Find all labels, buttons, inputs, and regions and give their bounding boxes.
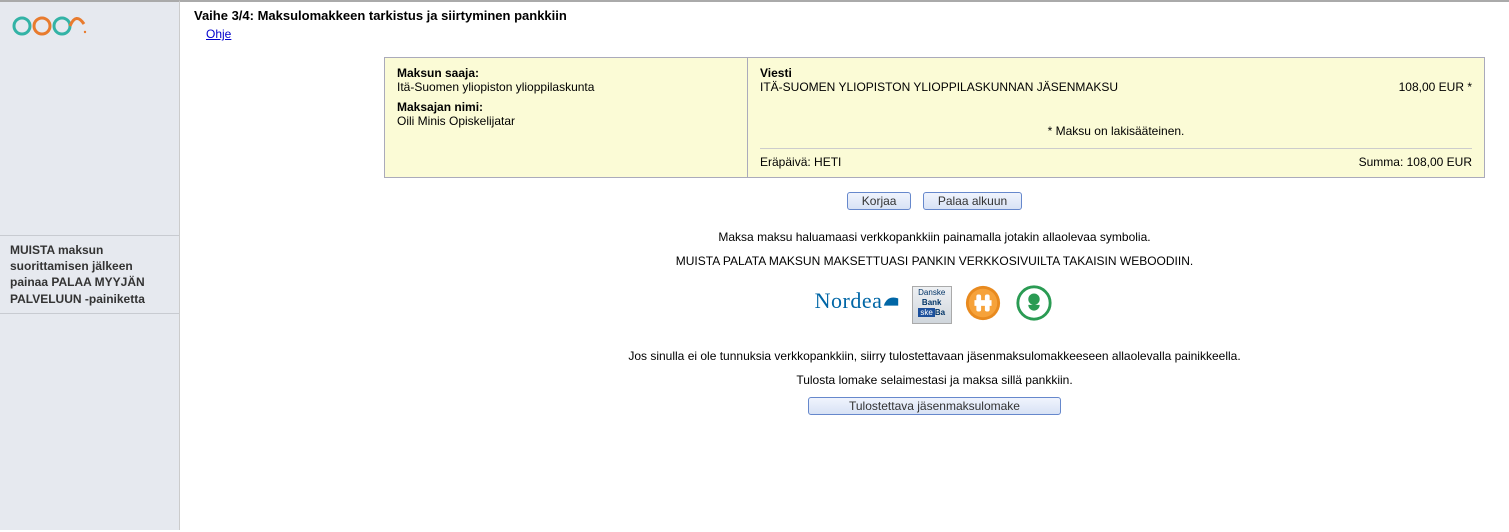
remember-return-text: MUISTA PALATA MAKSUN MAKSETTUASI PANKIN …: [384, 254, 1485, 268]
sp-icon: [1014, 284, 1054, 322]
sidebar: MUISTA maksun suorittamisen jälkeen pain…: [0, 0, 180, 530]
payer-value: Oili Minis Opiskelijatar: [397, 114, 735, 128]
payer-label: Maksajan nimi:: [397, 100, 735, 114]
print-instruction-text: Tulosta lomake selaimestasi ja maksa sil…: [384, 373, 1485, 387]
print-form-button[interactable]: Tulostettava jäsenmaksulomake: [808, 397, 1061, 415]
bank-danske-button[interactable]: DanskeBankskeBa: [912, 286, 952, 324]
due-date: Eräpäivä: HETI: [760, 155, 841, 169]
palaa-alkuun-button[interactable]: Palaa alkuun: [923, 192, 1022, 210]
payment-right-cell: Viesti ITÄ-SUOMEN YLIOPISTON YLIOPPILASK…: [748, 58, 1485, 178]
app-logo: [0, 2, 179, 40]
statutory-note: * Maksu on lakisääteinen.: [760, 124, 1472, 138]
message-value: ITÄ-SUOMEN YLIOPISTON YLIOPPILASKUNNAN J…: [760, 80, 1118, 94]
recipient-value: Itä-Suomen yliopiston ylioppilaskunta: [397, 80, 735, 94]
korjaa-button[interactable]: Korjaa: [847, 192, 912, 210]
pay-instruction-text: Maksa maksu haluamaasi verkkopankkiin pa…: [384, 230, 1485, 244]
bank-logo-row: Nordea DanskeBankskeBa: [384, 284, 1485, 325]
danske-icon: DanskeBankskeBa: [912, 286, 952, 324]
recipient-label: Maksun saaja:: [397, 66, 735, 80]
message-label: Viesti: [760, 66, 1472, 80]
bank-nordea-button[interactable]: Nordea: [815, 288, 901, 314]
no-bank-ids-text: Jos sinulla ei ole tunnuksia verkkopankk…: [384, 349, 1485, 363]
bank-sp-button[interactable]: [1014, 284, 1054, 325]
nordea-label: Nordea: [815, 288, 883, 313]
main-content: Vaihe 3/4: Maksulomakkeen tarkistus ja s…: [180, 0, 1509, 530]
bank-op-button[interactable]: [963, 284, 1003, 325]
payment-summary-table: Maksun saaja: Itä-Suomen yliopiston ylio…: [384, 57, 1485, 178]
page-title: Vaihe 3/4: Maksulomakkeen tarkistus ja s…: [194, 8, 1495, 23]
op-icon: [963, 284, 1003, 322]
total-amount: Summa: 108,00 EUR: [1359, 155, 1472, 169]
payment-left-cell: Maksun saaja: Itä-Suomen yliopiston ylio…: [385, 58, 748, 178]
help-link[interactable]: Ohje: [206, 27, 231, 41]
line-amount: 108,00 EUR *: [1399, 80, 1472, 94]
sidebar-reminder-note: MUISTA maksun suorittamisen jälkeen pain…: [0, 235, 179, 314]
